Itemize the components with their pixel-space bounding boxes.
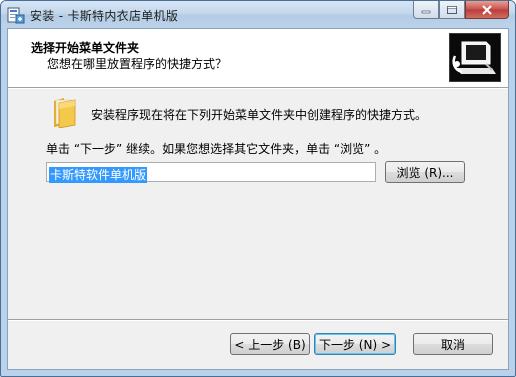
next-button[interactable]: 下一步 (N) > bbox=[314, 333, 396, 355]
page-subtitle: 您想在哪里放置程序的快捷方式？ bbox=[47, 57, 228, 71]
maximize-icon bbox=[447, 5, 457, 14]
close-icon bbox=[482, 4, 492, 15]
wizard-header: 选择开始菜单文件夹 您想在哪里放置程序的快捷方式？ bbox=[8, 29, 508, 88]
close-button[interactable] bbox=[465, 1, 509, 19]
footer-divider bbox=[8, 319, 508, 321]
maximize-button[interactable] bbox=[439, 1, 465, 19]
folder-icon bbox=[54, 98, 76, 128]
wizard-client-area: 选择开始菜单文件夹 您想在哪里放置程序的快捷方式？ 安装程序现在将在下列开始菜单… bbox=[7, 28, 509, 370]
browse-button[interactable]: 浏览 (R)... bbox=[385, 161, 465, 183]
title-bar[interactable]: 安装 - 卡斯特内衣店单机版 bbox=[1, 1, 515, 28]
cancel-button[interactable]: 取消 bbox=[413, 333, 493, 355]
installer-window: 安装 - 卡斯特内衣店单机版 选择开始菜单文件夹 您想在哪里放置程序的快捷方式？ bbox=[0, 0, 516, 377]
instruction-text: 安装程序现在将在下列开始菜单文件夹中创建程序的快捷方式。 bbox=[91, 108, 428, 122]
page-title: 选择开始菜单文件夹 bbox=[31, 41, 140, 55]
minimize-button[interactable] bbox=[413, 1, 439, 19]
hint-text: 单击 “下一步” 继续。如果您想选择其它文件夹，单击 “浏览” 。 bbox=[46, 142, 387, 156]
installer-app-icon bbox=[7, 7, 25, 24]
window-title: 安装 - 卡斯特内衣店单机版 bbox=[30, 9, 179, 23]
back-button[interactable]: < 上一步 (B) bbox=[230, 333, 310, 355]
start-menu-folder-input[interactable]: 卡斯特软件单机版 bbox=[46, 162, 376, 183]
folder-input-value: 卡斯特软件单机版 bbox=[49, 167, 148, 183]
minimize-icon bbox=[421, 10, 431, 13]
wizard-header-image bbox=[449, 33, 501, 82]
window-controls bbox=[413, 1, 509, 20]
computer-setup-icon bbox=[450, 34, 500, 81]
